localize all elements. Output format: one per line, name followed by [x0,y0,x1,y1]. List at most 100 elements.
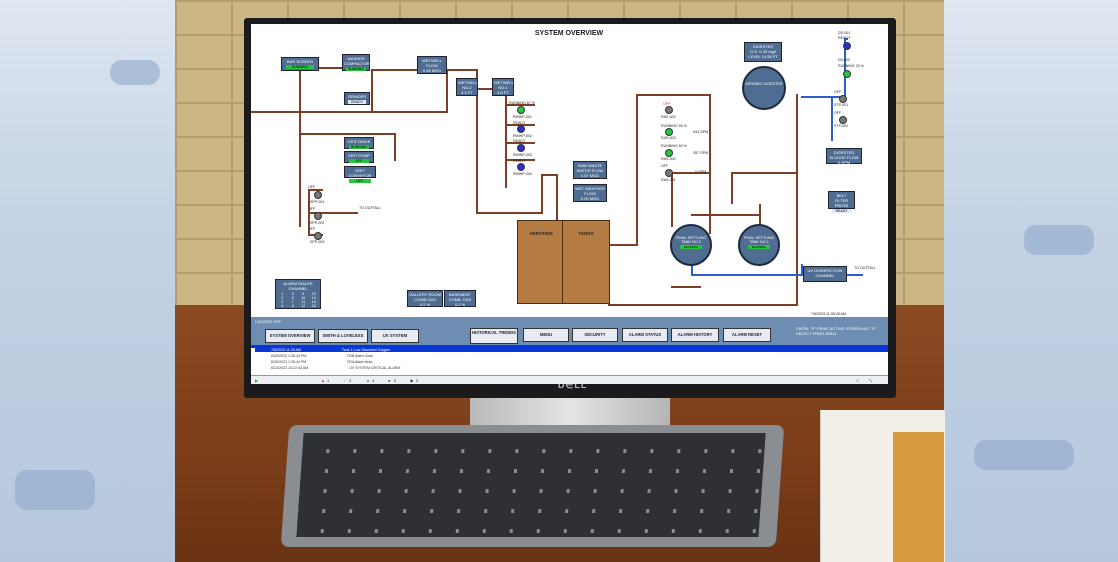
final-settling-tank-2[interactable]: FINAL SETTLING TANK NO.2 RUNNING [670,224,712,266]
channel-16: 16 [311,304,316,308]
stp1-pump-icon[interactable] [839,95,847,103]
belt-filter-status: READY [832,209,851,213]
washer-compactor-panel[interactable]: WASHER COMPACTOR RUNNING [342,54,370,71]
keyboard-keys[interactable] [296,433,766,537]
ras1-flow: 0 GPM [695,170,707,174]
ras2-pump-icon[interactable] [665,149,673,157]
alarm-row[interactable]: 7/6/2023 11:35 AM Tank 1 Low Dissolved O… [255,348,888,352]
system-overview-button[interactable]: SYSTEM OVERVIEW [265,329,315,343]
wetwell-1-panel[interactable]: WETWELL NO.1 4.0 FT [492,78,514,96]
spp1-label: SPP-001 [310,200,325,204]
alarm-text: UV SYSTEM CRITICAL ALARM [349,366,401,370]
alarm-reset-button[interactable]: ALARM RESET [723,328,771,342]
historical-trends-button[interactable]: HISTORICAL TRENDS [470,328,518,344]
ras3b-label: RAS-003 [661,136,676,140]
alarm-dialer-panel[interactable]: ALARM DIALER CHANNEL 1 5 9 13 2 6 10 14 … [275,279,321,309]
aerobic-digester-label: AEROBIC DIGESTER [745,82,783,86]
pipe [371,69,419,71]
wetwell-flow-panel[interactable]: WETWELL FLOW 0.45 MGD [417,56,447,74]
rwwp4-pump-icon[interactable] [517,163,525,171]
grit-pump-status: OFF [348,159,370,163]
gallery-room-gas-panel[interactable]: GALLERY ROOM COMB.GAS 0.2 % [407,290,443,307]
stp2-pump-icon[interactable] [839,116,847,124]
ds1-pump-icon[interactable] [843,42,851,50]
ras2-status: RUNNING 60 % [661,144,687,148]
info-count: 0 [394,378,397,383]
alarm-row[interactable]: 6/30/2023 1:35:44 PM R2A Alarm Auto [271,360,373,364]
fst1-label: FINAL SETTLING TANK NO.1 [743,236,775,244]
alarm-row[interactable]: 6/30/2023 1:36:43 PM R2B Alarm Auto [271,354,373,358]
spp3-pump-icon[interactable] [314,232,322,240]
pipe [476,212,541,214]
blurred-background-right [944,0,1118,562]
aeration-tank[interactable]: AERATION [517,220,565,304]
ras1-pump-icon[interactable] [665,169,673,177]
alarm-history-button[interactable]: ALARM HISTORY [671,328,719,342]
digested-sludge-label: DIGESTED SLUDGE FLOW [829,150,859,160]
ds2-pump-icon[interactable] [843,70,851,78]
wetwell-flow-value: 0.45 MGD [422,68,442,73]
rwwp1-status: RUNNING 67 % [509,101,535,105]
wet-weather-flow-panel[interactable]: WET WEATHER FLOW 0.00 MGD [573,184,607,202]
spp2-status: OFF [308,207,316,211]
grit-conveyor-label: GRIT CONVEYOR [348,168,372,178]
alarm-list: 7/6/2023 11:35 AM Tank 1 Low Dissolved O… [251,348,888,378]
digester-panel[interactable]: DIGESTER D.O. 0.25 mg/l LEVEL 14.56 FT [744,42,782,62]
raw-waste-label: RAW WASTE WATER FLOW [576,163,604,173]
digester-level: LEVEL 14.56 FT [748,54,778,59]
pipe [394,133,396,161]
basement-value: 0.2 % [454,302,466,307]
ras1-label: RAS-001 [661,178,676,182]
grinder-label: GRINDER [347,94,367,99]
smith-loveless-button[interactable]: SMITH & LOVELESS [318,329,368,343]
grit-conveyor-panel[interactable]: GRIT CONVEYOR OFF [344,166,376,183]
ras1-status: OFF [661,164,669,168]
ras3b-pump-icon[interactable] [665,128,673,136]
pipe [691,214,761,216]
alarm-dialer-label: ALARM DIALER CHANNEL [283,281,313,291]
spp2-pump-icon[interactable] [314,212,322,220]
basement-label: BASEMENT COMB. GAS [448,292,472,302]
spp3-label: SPP-003 [310,240,325,244]
basement-gas-panel[interactable]: BASEMENT COMB. GAS 0.2 % [444,290,476,307]
resize-icon[interactable]: ⤡ [869,378,872,383]
pipe [371,69,373,111]
alarm-text: R2B Alarm Auto [347,354,373,358]
grit-drive-label: GRIT DRIVE [347,139,371,144]
other-count-icon: ◆ [410,378,414,383]
other-count: 0 [416,378,419,383]
rwwp3-pump-icon[interactable] [517,144,525,152]
rwwp2-label: RWWP-002 [513,134,532,138]
final-settling-tank-1[interactable]: FINAL SETTLING TANK NO.1 RUNNING [738,224,780,266]
ds1-status: READY [838,36,851,40]
alarm-status-button[interactable]: ALARM STATUS [622,328,668,342]
spp1-pump-icon[interactable] [314,191,322,199]
wetwell-2-panel[interactable]: WETWELL NO.2 4.3 FT [456,78,478,96]
aerobic-digester-tank[interactable]: AEROBIC DIGESTER [742,66,786,110]
ds1-label: DS-001 [838,31,851,35]
wetwell-1-label: WETWELL NO.1 [494,80,514,90]
active-count-icon: ▲ [366,378,370,383]
grit-pump-panel[interactable]: GRIT PUMP OFF [344,151,374,163]
aeration-tank-2[interactable]: TANKS [562,220,610,304]
menu-button[interactable]: MENU [523,328,569,342]
raw-waste-flow-panel[interactable]: RAW WASTE WATER FLOW 0.57 MGD [573,161,607,179]
uv-disinfection-panel[interactable]: UV DISINFECTION CHANNEL [803,266,847,282]
uv-system-button[interactable]: UV SYSTEM [371,329,419,343]
security-button[interactable]: SECURITY [572,328,618,342]
grinder-panel[interactable]: GRINDER READY [344,92,370,105]
check-icon[interactable]: ✔ [856,378,859,383]
belt-filter-press-panel[interactable]: BELT FILTER PRESS READY [828,191,855,213]
ras3-pump-icon[interactable] [665,106,673,114]
bar-screen-panel[interactable]: BAR SCREEN RUNNING [281,57,319,71]
info-count-icon: ● [388,378,391,383]
channel-12: 12 [301,304,306,308]
digested-sludge-panel[interactable]: DIGESTED SLUDGE FLOW 0 GPM [826,148,862,165]
rwwp1-pump-icon[interactable] [517,106,525,114]
pipe [731,172,798,174]
alarm-row[interactable]: 6/13/2023 10:22:43 AM UV SYSTEM CRITICAL… [271,366,400,370]
grit-conveyor-status: OFF [348,179,372,183]
grit-drive-panel[interactable]: GRIT DRIVE RUNNING [344,137,374,149]
rwwp2-pump-icon[interactable] [517,125,525,133]
washer-compactor-label: WASHER COMPACTOR [344,56,370,66]
